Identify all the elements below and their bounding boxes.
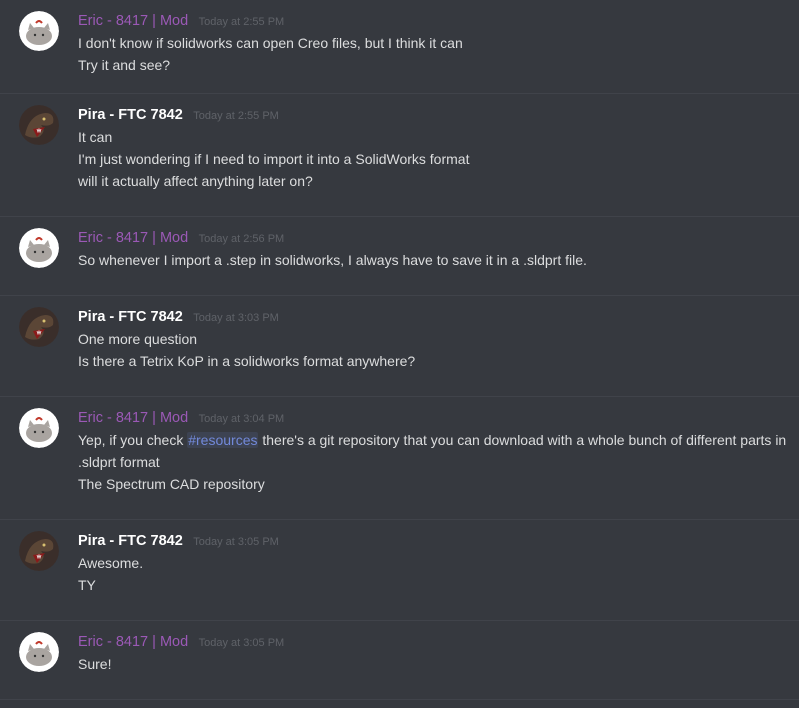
message-header: Pira - FTC 7842 Today at 3:03 PM	[78, 307, 279, 328]
message-header: Eric - 8417 | Mod Today at 3:05 PM	[78, 632, 284, 653]
message-group: Pira - FTC 7842 Today at 3:05 PM Awesome…	[0, 520, 799, 621]
message-line: TY	[78, 577, 96, 593]
message-line: Is there a Tetrix KoP in a solidworks fo…	[78, 353, 416, 369]
message-body: I don't know if solidworks can open Creo…	[78, 32, 789, 76]
message-line: The Spectrum CAD repository	[78, 476, 265, 492]
message-group: Eric - 8417 | Mod Today at 2:56 PM So wh…	[0, 217, 799, 296]
dinosaur-avatar-icon[interactable]	[19, 307, 59, 347]
pusheen-cat-avatar-icon[interactable]	[19, 632, 59, 672]
username[interactable]: Eric - 8417 | Mod	[78, 410, 188, 426]
username[interactable]: Eric - 8417 | Mod	[78, 13, 188, 29]
message-line: So whenever I import a .step in solidwor…	[78, 252, 587, 268]
channel-mention-link[interactable]: #resources	[187, 432, 259, 448]
message-line: I'm just wondering if I need to import i…	[78, 151, 470, 167]
timestamp: Today at 3:04 PM	[198, 413, 285, 425]
message-line: Awesome.	[78, 555, 144, 571]
message-body: So whenever I import a .step in solidwor…	[78, 249, 789, 271]
message-line: One more question	[78, 331, 198, 347]
pusheen-cat-avatar-icon[interactable]	[19, 408, 59, 448]
message-line: Sure!	[78, 656, 112, 672]
username[interactable]: Pira - FTC 7842	[78, 309, 183, 325]
message-body: Sure!	[78, 653, 789, 675]
message-group: Pira - FTC 7842 Today at 3:03 PM One mor…	[0, 296, 799, 397]
message-body: Awesome. TY	[78, 552, 789, 596]
message-header: Eric - 8417 | Mod Today at 2:55 PM	[78, 11, 284, 32]
message-group: Pira - FTC 7842 Today at 2:55 PM It can …	[0, 94, 799, 217]
username[interactable]: Eric - 8417 | Mod	[78, 634, 188, 650]
message-header: Pira - FTC 7842 Today at 3:05 PM	[78, 531, 279, 552]
message-group: Eric - 8417 | Mod Today at 3:05 PM Sure!	[0, 621, 799, 700]
message-header: Eric - 8417 | Mod Today at 2:56 PM	[78, 228, 284, 249]
timestamp: Today at 2:55 PM	[193, 110, 279, 122]
pusheen-cat-avatar-icon[interactable]	[19, 228, 59, 268]
timestamp: Today at 3:05 PM	[193, 536, 279, 548]
timestamp: Today at 2:56 PM	[198, 233, 285, 245]
timestamp: Today at 2:55 PM	[198, 16, 285, 28]
message-body: One more question Is there a Tetrix KoP …	[78, 328, 789, 372]
dinosaur-avatar-icon[interactable]	[19, 105, 59, 145]
message-header: Pira - FTC 7842 Today at 2:55 PM	[78, 105, 279, 126]
message-header: Eric - 8417 | Mod Today at 3:04 PM	[78, 408, 284, 429]
message-group: Eric - 8417 | Mod Today at 2:55 PM I don…	[0, 0, 799, 94]
message-list[interactable]: Eric - 8417 | Mod Today at 2:55 PM I don…	[0, 0, 799, 708]
message-body: Yep, if you check #resources there's a g…	[78, 429, 789, 495]
message-line: It can	[78, 129, 113, 145]
username[interactable]: Eric - 8417 | Mod	[78, 230, 188, 246]
message-line: will it actually affect anything later o…	[78, 173, 313, 189]
username[interactable]: Pira - FTC 7842	[78, 533, 183, 549]
timestamp: Today at 3:05 PM	[198, 637, 285, 649]
message-group: Eric - 8417 | Mod Today at 3:04 PM Yep, …	[0, 397, 799, 520]
message-line: Yep, if you check #resources there's a g…	[78, 429, 789, 473]
dinosaur-avatar-icon[interactable]	[19, 531, 59, 571]
message-body: It can I'm just wondering if I need to i…	[78, 126, 789, 192]
pusheen-cat-avatar-icon[interactable]	[19, 11, 59, 51]
username[interactable]: Pira - FTC 7842	[78, 107, 183, 123]
message-text: Yep, if you check	[78, 432, 188, 448]
message-line: I don't know if solidworks can open Creo…	[78, 35, 463, 51]
timestamp: Today at 3:03 PM	[193, 312, 279, 324]
message-line: Try it and see?	[78, 57, 171, 73]
